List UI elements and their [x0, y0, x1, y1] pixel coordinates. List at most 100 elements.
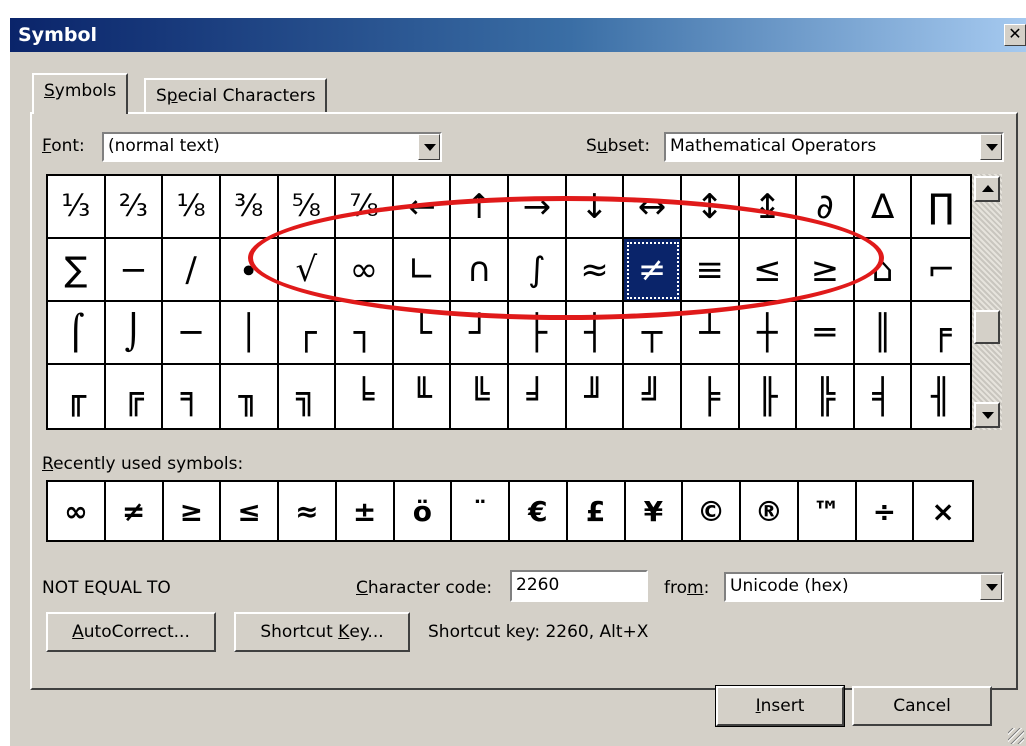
- symbol-cell[interactable]: ╟: [740, 365, 798, 428]
- symbol-cell[interactable]: ╝: [624, 365, 682, 428]
- symbol-cell[interactable]: ╖: [221, 365, 279, 428]
- symbol-cell[interactable]: ⅞: [336, 176, 394, 239]
- scroll-up-icon[interactable]: [974, 176, 1000, 202]
- scrollbar-thumb[interactable]: [974, 310, 1000, 344]
- symbol-cell[interactable]: ╓: [48, 365, 106, 428]
- scroll-down-icon[interactable]: [974, 402, 1000, 428]
- symbol-cell[interactable]: ⅓: [48, 176, 106, 239]
- recent-symbol-cell[interactable]: ¥: [626, 482, 684, 540]
- symbol-cell[interactable]: ║: [854, 302, 913, 365]
- recent-symbols[interactable]: ∞ ≠ ≥ ≤ ≈ ± ö ¨ € £ ¥ © ® ™ ÷ ×: [46, 480, 974, 542]
- symbol-cell[interactable]: ∆: [854, 176, 913, 239]
- symbol-cell[interactable]: ↓: [566, 176, 625, 239]
- symbol-cell[interactable]: ≠: [624, 239, 682, 302]
- symbol-cell[interactable]: ╡: [855, 365, 913, 428]
- symbol-cell[interactable]: ╠: [797, 365, 855, 428]
- symbol-cell[interactable]: ≡: [681, 239, 740, 302]
- symbol-cell[interactable]: ┬: [624, 302, 682, 365]
- subset-select[interactable]: Mathematical Operators: [664, 132, 1004, 162]
- symbol-cell[interactable]: ⌠: [48, 302, 106, 365]
- symbol-cell[interactable]: ↔: [624, 176, 682, 239]
- symbol-cell[interactable]: ╛: [509, 365, 567, 428]
- recent-symbol-cell[interactable]: ×: [914, 482, 972, 540]
- from-select[interactable]: Unicode (hex): [724, 572, 1004, 602]
- symbol-cell[interactable]: ╕: [163, 365, 221, 428]
- symbol-cell[interactable]: ∞: [336, 239, 394, 302]
- symbol-cell[interactable]: │: [220, 302, 279, 365]
- symbol-cell[interactable]: ╚: [451, 365, 509, 428]
- symbol-cell[interactable]: ↕: [681, 176, 740, 239]
- symbol-cell[interactable]: ┌: [278, 302, 337, 365]
- symbol-cell[interactable]: ⅛: [163, 176, 221, 239]
- symbol-grid-scrollbar[interactable]: [972, 174, 1002, 430]
- symbol-cell[interactable]: ┐: [336, 302, 394, 365]
- symbol-cell[interactable]: →: [509, 176, 567, 239]
- symbol-cell[interactable]: ≤: [739, 239, 798, 302]
- symbol-cell[interactable]: ╘: [336, 365, 394, 428]
- character-code-input[interactable]: 2260: [510, 570, 648, 602]
- symbol-cell[interactable]: ┴: [681, 302, 740, 365]
- symbol-cell[interactable]: ∟: [393, 239, 452, 302]
- recent-symbol-cell[interactable]: ≤: [221, 482, 279, 540]
- insert-button[interactable]: Insert: [715, 685, 845, 727]
- symbol-cell[interactable]: ∙: [220, 239, 279, 302]
- recent-symbol-cell[interactable]: ö: [395, 482, 453, 540]
- symbol-cell[interactable]: └: [393, 302, 452, 365]
- symbol-cell[interactable]: ↑: [451, 176, 509, 239]
- recent-symbol-cell[interactable]: ±: [337, 482, 395, 540]
- tab-special-characters[interactable]: Special Characters: [144, 78, 328, 114]
- cancel-button[interactable]: Cancel: [852, 686, 992, 726]
- symbol-cell[interactable]: √: [278, 239, 337, 302]
- symbol-cell[interactable]: ⅜: [220, 176, 279, 239]
- symbol-cell[interactable]: ┼: [739, 302, 798, 365]
- symbol-cell[interactable]: ═: [797, 302, 855, 365]
- symbol-grid[interactable]: ⅓ ⅔ ⅛ ⅜ ⅝ ⅞ ← ↑ → ↓ ↔ ↕ ↨ ∂ ∆ ∏ ∑ − ∕ ∙ √ ∞ ∟ ∩ ∫ ≈ ≠ ≡ ≤ ≥ ⌂ ⌐ ⌠ ⌡ ─ │ ┌ ┐ └ ┘…: [46, 174, 972, 430]
- symbol-cell[interactable]: ⅔: [105, 176, 164, 239]
- symbol-cell[interactable]: ┤: [566, 302, 625, 365]
- symbol-cell[interactable]: ∩: [451, 239, 509, 302]
- resize-grip-icon[interactable]: [1008, 728, 1024, 744]
- symbol-cell[interactable]: ↨: [739, 176, 798, 239]
- recent-symbol-cell[interactable]: ≈: [279, 482, 337, 540]
- close-icon[interactable]: ✕: [1004, 24, 1026, 46]
- recent-symbol-cell[interactable]: ®: [741, 482, 799, 540]
- recent-symbol-cell[interactable]: ÷: [857, 482, 915, 540]
- symbol-cell[interactable]: ←: [393, 176, 452, 239]
- recent-symbol-cell[interactable]: ∞: [48, 482, 106, 540]
- symbol-cell[interactable]: ╢: [912, 365, 970, 428]
- symbol-cell[interactable]: ├: [509, 302, 567, 365]
- tab-symbols[interactable]: Symbols: [32, 73, 129, 114]
- symbol-cell[interactable]: ∫: [509, 239, 567, 302]
- symbol-cell[interactable]: ╜: [567, 365, 625, 428]
- symbol-cell[interactable]: ∑: [48, 239, 106, 302]
- symbol-cell[interactable]: ⌂: [854, 239, 913, 302]
- symbol-cell[interactable]: ⅝: [278, 176, 337, 239]
- symbol-cell[interactable]: ∂: [797, 176, 855, 239]
- symbol-cell[interactable]: ⌡: [105, 302, 164, 365]
- font-select[interactable]: (normal text): [102, 132, 442, 162]
- recent-symbol-cell[interactable]: ≠: [106, 482, 164, 540]
- recent-symbol-cell[interactable]: ¨: [452, 482, 510, 540]
- symbol-cell[interactable]: ∏: [912, 176, 970, 239]
- symbol-cell[interactable]: ╔: [106, 365, 164, 428]
- recent-symbol-cell[interactable]: ™: [799, 482, 857, 540]
- recent-symbol-cell[interactable]: ≥: [164, 482, 222, 540]
- symbol-cell[interactable]: ┘: [451, 302, 509, 365]
- chevron-down-icon[interactable]: [418, 134, 440, 160]
- symbol-cell[interactable]: ╒: [912, 302, 970, 365]
- symbol-cell[interactable]: ≈: [566, 239, 625, 302]
- chevron-down-icon[interactable]: [980, 574, 1002, 600]
- symbol-cell[interactable]: ⌐: [912, 239, 970, 302]
- symbol-cell[interactable]: ╙: [394, 365, 452, 428]
- recent-symbol-cell[interactable]: ©: [683, 482, 741, 540]
- symbol-cell[interactable]: ╞: [682, 365, 740, 428]
- symbol-cell[interactable]: ╗: [279, 365, 337, 428]
- chevron-down-icon[interactable]: [980, 134, 1002, 160]
- recent-symbol-cell[interactable]: €: [510, 482, 568, 540]
- recent-symbol-cell[interactable]: £: [568, 482, 626, 540]
- shortcut-key-button[interactable]: Shortcut Key...: [234, 612, 410, 652]
- symbol-cell[interactable]: ∕: [163, 239, 221, 302]
- title-bar[interactable]: Symbol ✕: [10, 18, 1026, 52]
- symbol-cell[interactable]: ─: [163, 302, 221, 365]
- symbol-cell[interactable]: −: [105, 239, 164, 302]
